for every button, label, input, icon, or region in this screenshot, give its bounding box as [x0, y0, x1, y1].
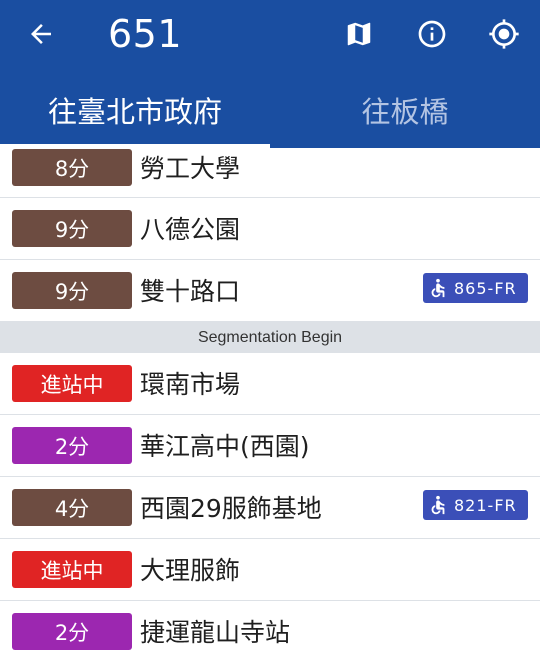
- stop-row[interactable]: 9分 雙十路口 865-FR: [0, 260, 540, 322]
- direction-tabs: 往臺北市政府 往板橋: [0, 76, 540, 148]
- wheelchair-icon: [431, 278, 445, 298]
- info-icon: [418, 20, 446, 48]
- eta-badge: 9分: [12, 272, 132, 309]
- eta-badge: 進站中: [12, 365, 132, 402]
- my-location-icon: [489, 19, 519, 49]
- wheelchair-icon: [431, 495, 445, 515]
- stop-name: 西園29服飾基地: [140, 494, 322, 523]
- stop-row[interactable]: 2分 捷運龍山寺站: [0, 601, 540, 660]
- stop-name: 環南市場: [140, 370, 241, 399]
- stop-name: 勞工大學: [140, 154, 241, 183]
- stop-name: 捷運龍山寺站: [140, 618, 291, 647]
- segment-header: Segmentation Begin: [0, 322, 540, 353]
- eta-badge: 進站中: [12, 551, 132, 588]
- arrow-back-icon: [31, 24, 51, 44]
- back-button[interactable]: [19, 12, 63, 56]
- app-bar: 651 往臺北市政府 往板橋: [0, 0, 540, 148]
- eta-badge: 9分: [12, 210, 132, 247]
- info-button[interactable]: [410, 12, 454, 56]
- eta-badge: 8分: [12, 149, 132, 186]
- toolbar: 651: [0, 0, 540, 68]
- eta-badge: 2分: [12, 427, 132, 464]
- location-button[interactable]: [482, 12, 526, 56]
- stop-name: 大理服飾: [140, 556, 241, 585]
- map-icon: [347, 22, 371, 46]
- eta-badge: 2分: [12, 613, 132, 650]
- route-title: 651: [108, 12, 183, 56]
- stop-row[interactable]: 2分 華江高中(西園): [0, 415, 540, 477]
- stop-row[interactable]: 9分 八德公園: [0, 198, 540, 260]
- bus-plate-badge: 865-FR: [423, 273, 528, 303]
- tab-direction-1[interactable]: 往臺北市政府: [0, 76, 270, 144]
- bus-plate-badge: 821-FR: [423, 490, 528, 520]
- stop-name: 華江高中(西園): [140, 432, 310, 461]
- stop-name: 八德公園: [140, 215, 241, 244]
- stop-row[interactable]: 進站中 環南市場: [0, 353, 540, 415]
- stop-row[interactable]: 進站中 大理服飾: [0, 539, 540, 601]
- tab-direction-2[interactable]: 往板橋: [270, 76, 540, 144]
- bus-plate: 865-FR: [454, 278, 517, 298]
- stop-name: 雙十路口: [140, 277, 241, 306]
- map-button[interactable]: [337, 12, 381, 56]
- stop-row[interactable]: 4分 西園29服飾基地 821-FR: [0, 477, 540, 539]
- stop-list[interactable]: 8分 勞工大學 9分 八德公園 9分 雙十路口 865-FR Segmentat…: [0, 148, 540, 660]
- bus-plate: 821-FR: [454, 495, 517, 515]
- stop-row[interactable]: 8分 勞工大學: [0, 148, 540, 198]
- eta-badge: 4分: [12, 489, 132, 526]
